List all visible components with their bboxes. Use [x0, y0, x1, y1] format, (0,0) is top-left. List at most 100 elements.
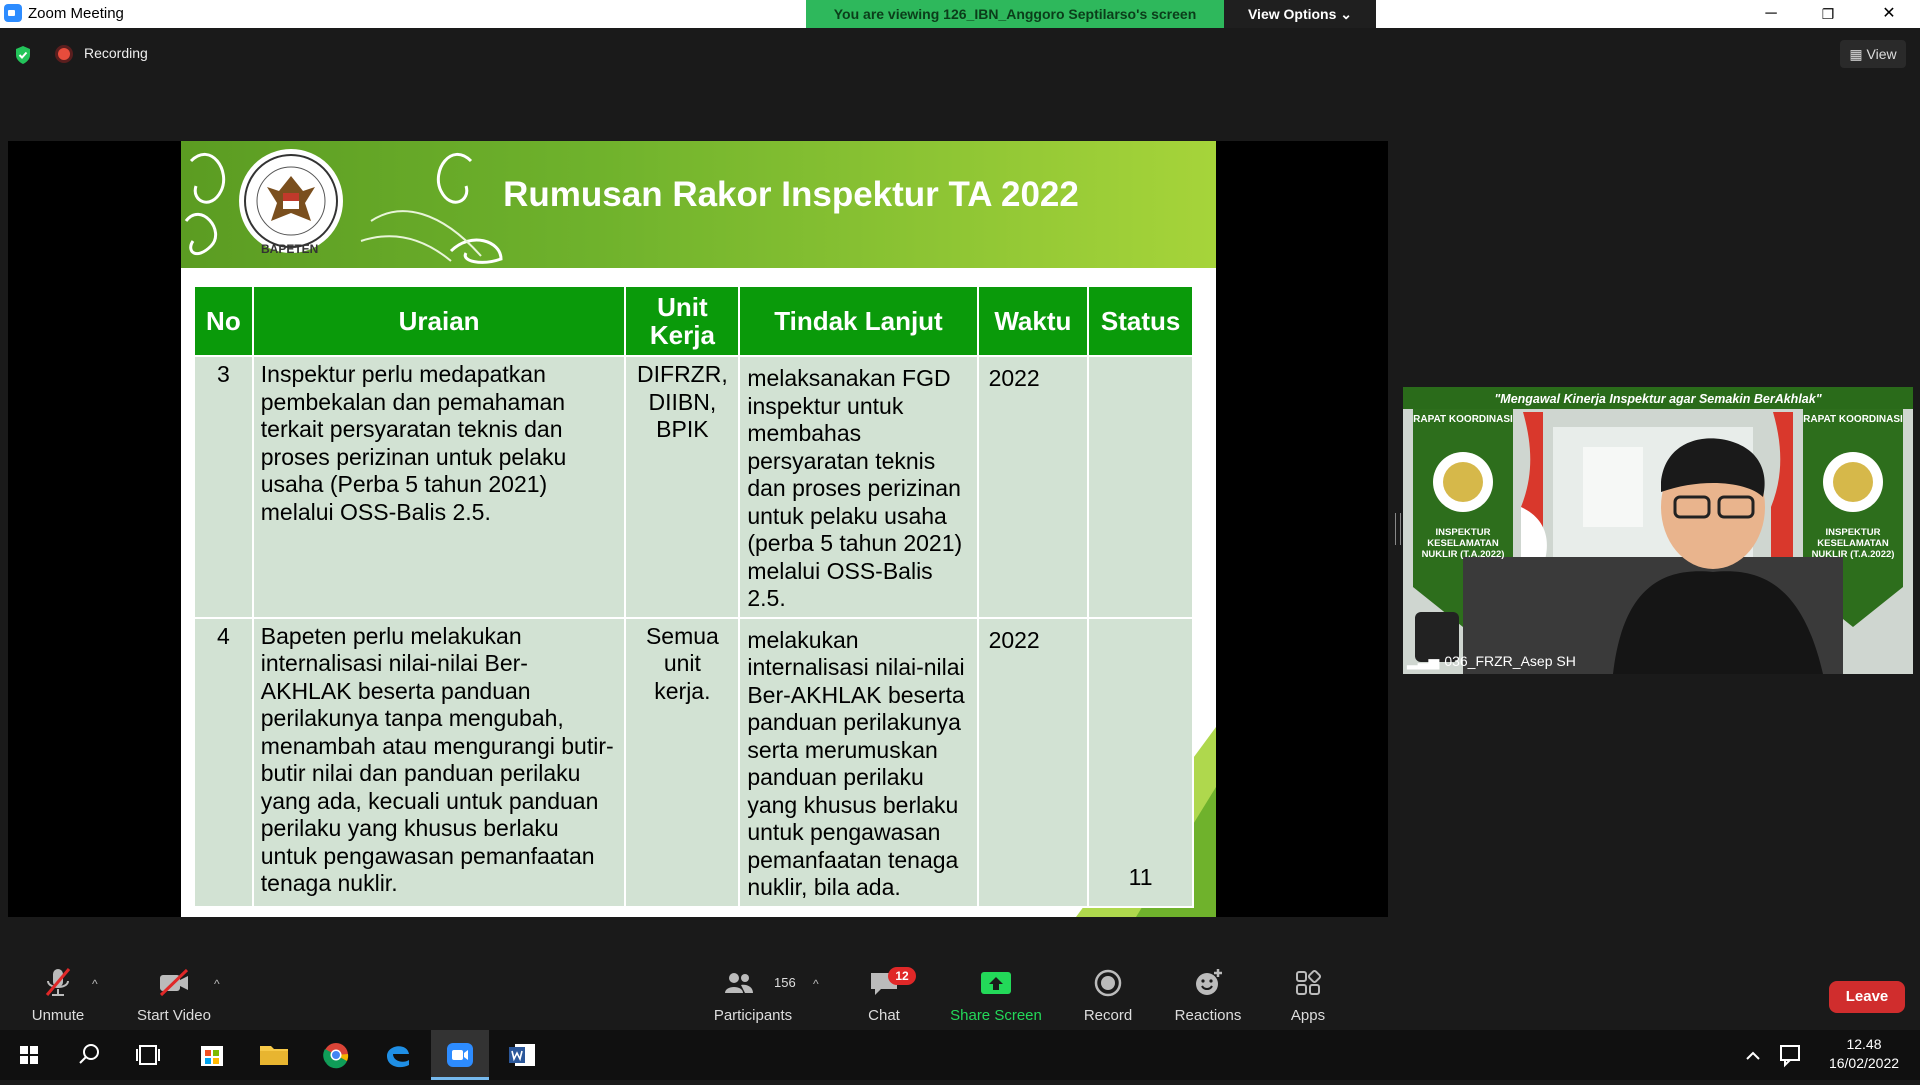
slide-header: BAPETEN Rumusan Rakor Inspektur TA 2022 — [181, 141, 1216, 268]
notification-icon[interactable] — [1765, 1030, 1815, 1080]
view-label: View — [1866, 46, 1897, 62]
header-unit-kerja: Unit Kerja — [624, 285, 741, 357]
record-icon — [1094, 969, 1122, 997]
presentation-slide: BAPETEN Rumusan Rakor Inspektur TA 2022 … — [181, 141, 1216, 917]
edge-icon — [387, 1046, 409, 1068]
participants-count: 156 — [774, 975, 796, 990]
share-screen-button[interactable]: Share Screen — [946, 955, 1046, 1024]
recording-label[interactable]: Recording — [84, 45, 148, 61]
close-button[interactable]: ✕ — [1866, 0, 1912, 28]
video-options-caret-icon[interactable]: ^ — [214, 977, 220, 991]
row-status: 11 — [1087, 616, 1194, 908]
taskbar-store[interactable] — [183, 1030, 241, 1080]
title-bar: Zoom Meeting You are viewing 126_IBN_Ang… — [0, 0, 1920, 28]
chat-button[interactable]: Chat — [858, 955, 910, 1024]
windows-taskbar — [0, 1030, 1920, 1080]
row-tindak-lanjut: melakukan internalisasi nilai-nilai Ber-… — [738, 616, 979, 908]
unmute-button[interactable]: Unmute — [20, 955, 96, 1024]
row-tindak-lanjut: melaksanakan FGD inspektur untuk membaha… — [738, 355, 979, 619]
grid-icon: ▦ — [1849, 46, 1867, 62]
apps-label: Apps — [1290, 1007, 1326, 1024]
header-no: No — [193, 285, 254, 357]
reactions-icon — [1196, 969, 1222, 995]
row-uraian: Bapeten perlu melakukan internalisasi ni… — [251, 616, 627, 908]
table-row: 4 Bapeten perlu melakukan internalisasi … — [193, 616, 1194, 908]
video-off-icon — [159, 968, 189, 997]
start-video-label: Start Video — [137, 1007, 211, 1024]
encryption-shield-icon[interactable] — [14, 45, 32, 65]
row-uraian: Inspektur perlu medapatkan pembekalan da… — [251, 355, 627, 619]
view-options-button[interactable]: View Options ⌄ — [1224, 0, 1376, 28]
meeting-toolbar: Unmute ^ Start Video ^ 156 Participants … — [0, 955, 1920, 1031]
taskbar-zoom[interactable] — [431, 1030, 489, 1080]
view-button[interactable]: ▦ View — [1840, 40, 1906, 68]
header-waktu: Waktu — [976, 285, 1090, 357]
apps-icon — [1296, 969, 1322, 995]
side-banner-right-bottom: INSPEKTUR KESELAMATAN NUKLIR (T.A.2022) — [1811, 527, 1895, 560]
participants-options-caret-icon[interactable]: ^ — [813, 977, 819, 991]
taskbar-word[interactable] — [493, 1030, 551, 1080]
muted-mic-icon — [45, 968, 71, 996]
maximize-button[interactable]: ❐ — [1805, 0, 1851, 28]
window-title: Zoom Meeting — [28, 4, 124, 22]
chrome-icon — [323, 1043, 349, 1069]
participant-name: 036_FRZR_Asep SH — [1444, 653, 1576, 669]
header-tindak-lanjut: Tindak Lanjut — [738, 285, 979, 357]
task-view-icon — [136, 1045, 160, 1065]
signal-bars-icon: ▂▃▅ — [1407, 653, 1440, 669]
windows-logo-icon — [20, 1046, 38, 1064]
record-label: Record — [1083, 1007, 1133, 1024]
start-video-button[interactable]: Start Video — [130, 955, 218, 1024]
header-uraian: Uraian — [251, 285, 627, 357]
slide-title: Rumusan Rakor Inspektur TA 2022 — [503, 175, 1079, 214]
side-banner-right-top: RAPAT KOORDINASI — [1803, 414, 1903, 425]
share-screen-icon — [981, 972, 1011, 994]
clock-time: 12.48 — [1846, 1036, 1882, 1052]
start-button[interactable] — [0, 1030, 58, 1080]
word-icon — [509, 1044, 535, 1066]
row-no: 3 — [193, 355, 254, 619]
viewing-screen-banner: You are viewing 126_IBN_Anggoro Septilar… — [806, 0, 1224, 28]
search-icon — [79, 1044, 99, 1064]
taskbar-clock[interactable]: 12.48 16/02/2022 — [1818, 1035, 1910, 1073]
chat-label: Chat — [868, 1007, 900, 1024]
table-row: 3 Inspektur perlu medapatkan pembekalan … — [193, 355, 1194, 619]
taskbar-chrome[interactable] — [307, 1030, 365, 1080]
header-status: Status — [1087, 285, 1194, 357]
row-unit-kerja: Semua unit kerja. — [624, 616, 741, 908]
minimize-button[interactable]: ─ — [1748, 0, 1794, 28]
row-unit-kerja: DIFRZR, DIIBN, BPIK — [624, 355, 741, 619]
reactions-button[interactable]: Reactions — [1168, 955, 1248, 1024]
participants-label: Participants — [713, 1007, 793, 1024]
recording-icon — [58, 48, 70, 60]
row-waktu: 2022 — [976, 355, 1090, 619]
chat-unread-badge: 12 — [888, 967, 916, 985]
folder-icon — [260, 1046, 288, 1065]
share-screen-label: Share Screen — [950, 1007, 1042, 1024]
row-waktu: 2022 — [976, 616, 1090, 908]
taskbar-edge[interactable] — [369, 1030, 427, 1080]
participants-icon — [725, 973, 753, 993]
side-banner-left-bottom: INSPEKTUR KESELAMATAN NUKLIR (T.A.2022) — [1421, 527, 1505, 560]
apps-button[interactable]: Apps — [1280, 955, 1336, 1024]
app-title: Zoom Meeting — [4, 4, 124, 22]
participants-button[interactable]: 156 Participants — [708, 955, 798, 1024]
zoom-icon — [447, 1043, 473, 1067]
search-button[interactable] — [60, 1030, 118, 1080]
reactions-label: Reactions — [1174, 1007, 1242, 1024]
participant-name-label: ▂▃▅ 036_FRZR_Asep SH — [1407, 653, 1576, 670]
svg-text:"Mengawal Kinerja Inspektur ag: "Mengawal Kinerja Inspektur agar Semakin… — [1494, 392, 1822, 406]
leave-button[interactable]: Leave — [1829, 981, 1905, 1013]
record-button[interactable]: Record — [1076, 955, 1140, 1024]
task-view-button[interactable] — [120, 1030, 178, 1080]
audio-options-caret-icon[interactable]: ^ — [92, 977, 98, 991]
clock-date: 16/02/2022 — [1828, 1055, 1900, 1071]
panel-resize-handle[interactable] — [1395, 513, 1401, 545]
taskbar-file-explorer[interactable] — [245, 1030, 303, 1080]
unmute-label: Unmute — [31, 1007, 85, 1024]
zoom-logo-icon — [4, 4, 22, 22]
store-icon — [201, 1046, 223, 1066]
row-status — [1087, 355, 1194, 619]
svg-text:BAPETEN: BAPETEN — [261, 242, 318, 256]
side-banner-left-top: RAPAT KOORDINASI — [1413, 414, 1513, 425]
